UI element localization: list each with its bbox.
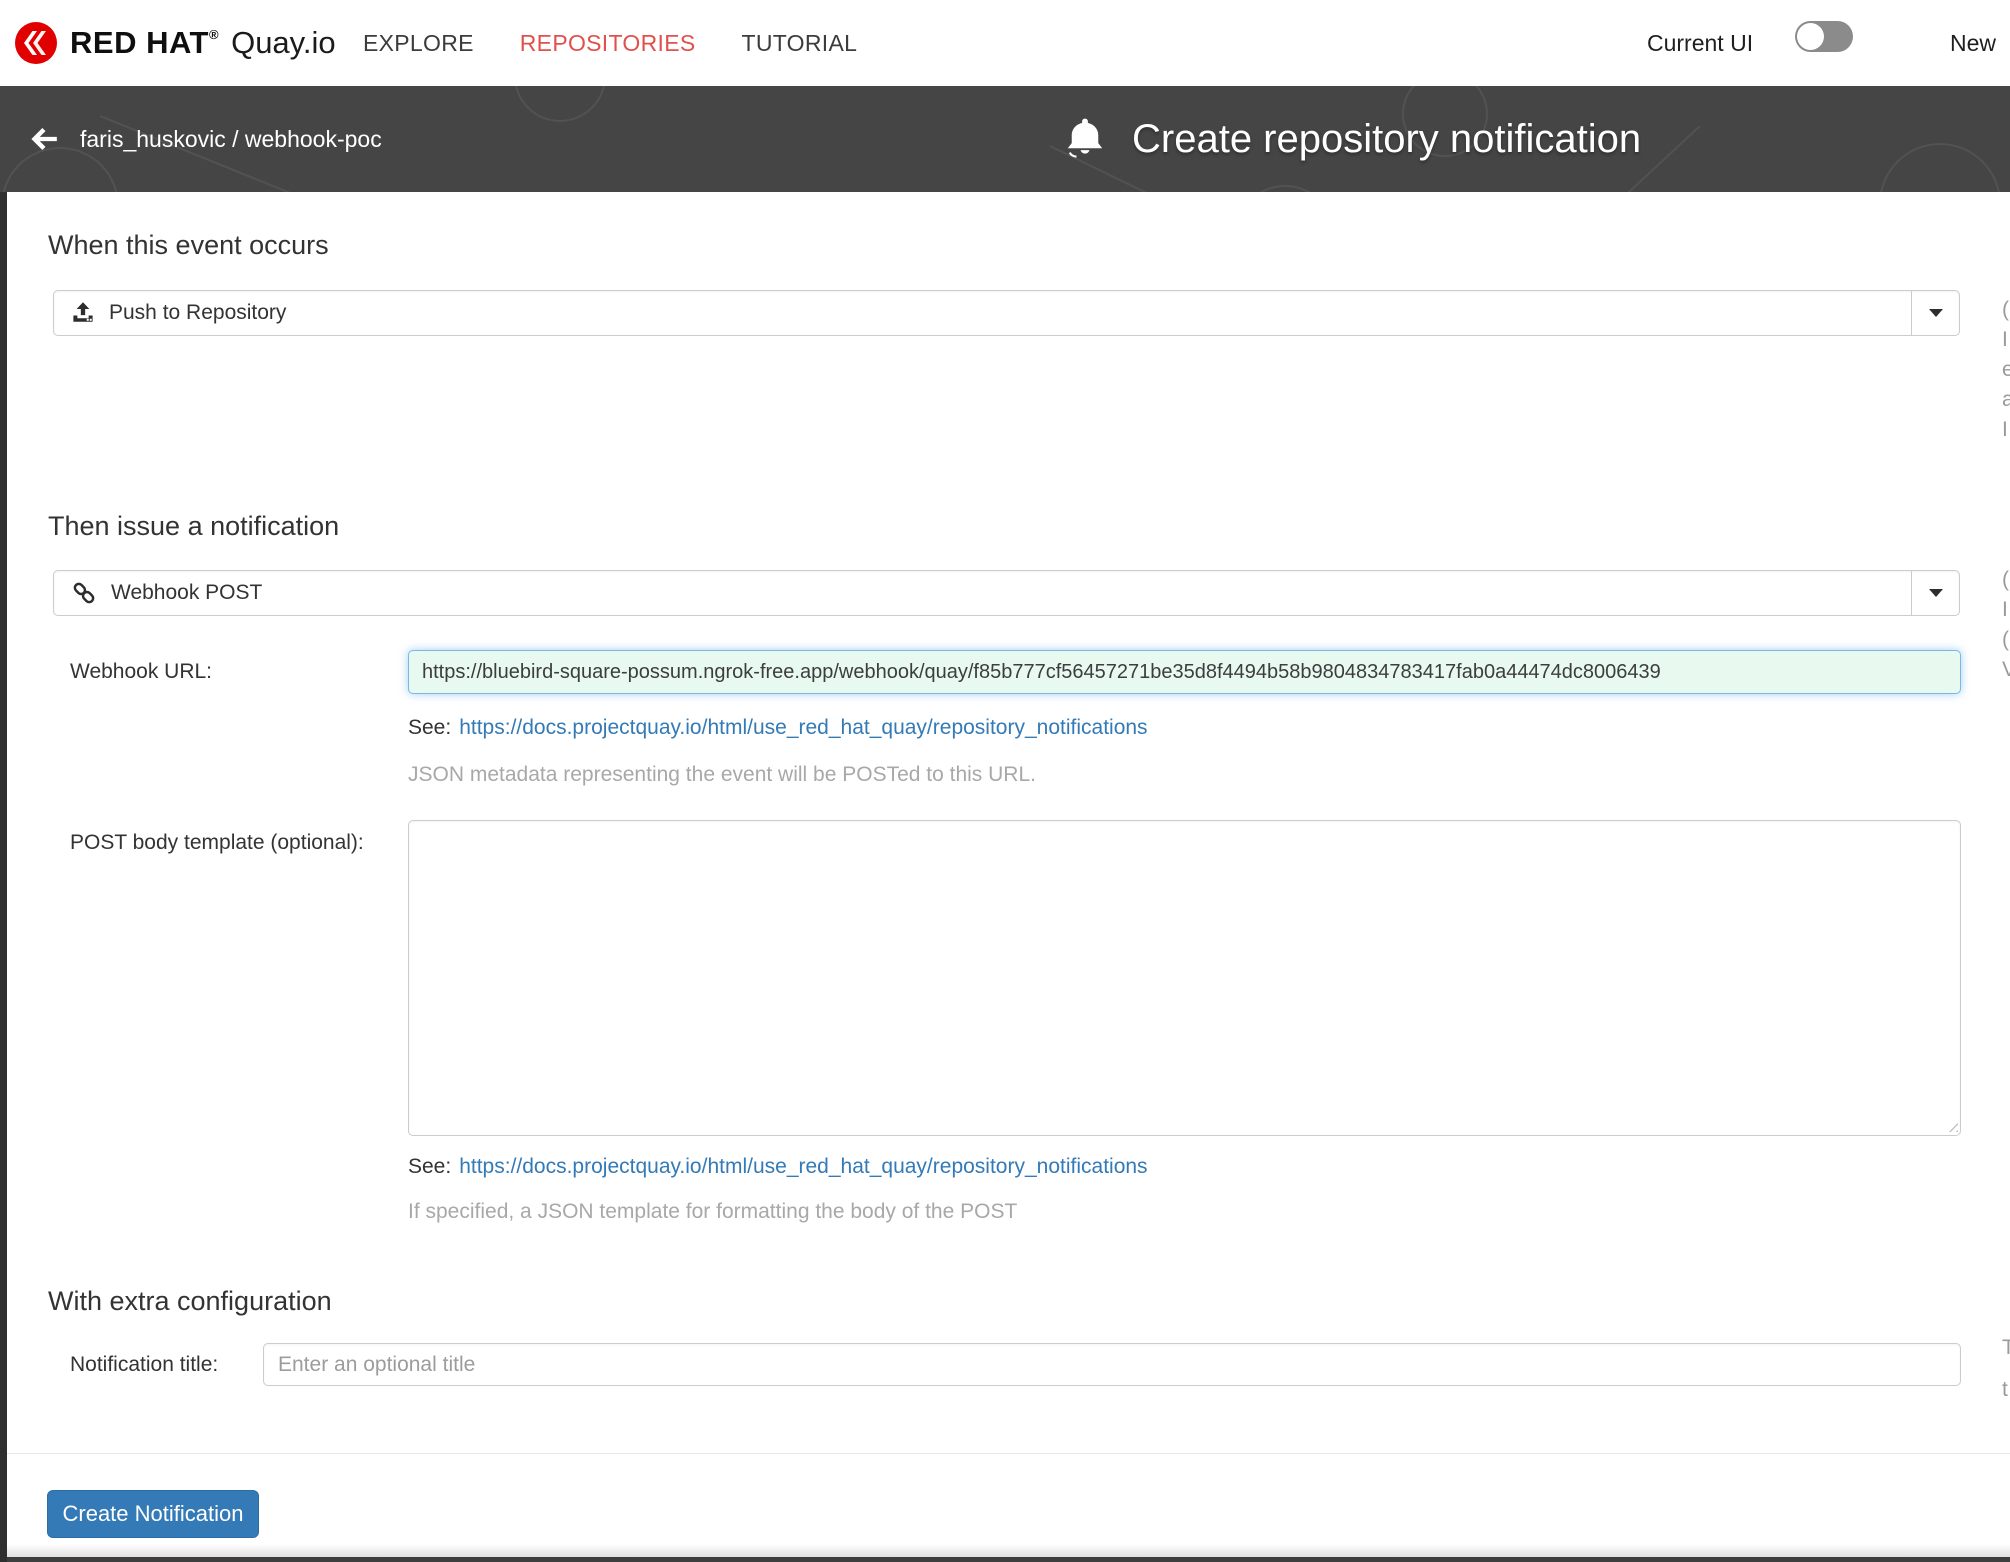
- clipped-text-fragment: a: [2002, 388, 2010, 412]
- bell-icon: [1064, 115, 1106, 163]
- extra-section-heading: With extra configuration: [48, 1286, 332, 1317]
- link-icon: [71, 580, 97, 606]
- webhook-url-label: Webhook URL:: [70, 650, 212, 694]
- footer-divider: [7, 1453, 2010, 1454]
- clipped-text-fragment: I: [2002, 418, 2008, 442]
- breadcrumb[interactable]: faris_huskovic / webhook-poc: [80, 126, 382, 153]
- bottom-bar: [7, 1557, 2010, 1562]
- current-ui-label: Current UI: [1647, 30, 1753, 57]
- clipped-text-fragment: I: [2002, 328, 2008, 352]
- event-section-heading: When this event occurs: [48, 230, 329, 261]
- clipped-text-fragment: (: [2002, 298, 2009, 322]
- event-select[interactable]: Push to Repository: [53, 290, 1960, 336]
- post-body-textarea[interactable]: [408, 820, 1961, 1136]
- nav-links: EXPLORE REPOSITORIES TUTORIAL: [363, 0, 857, 86]
- notification-title-label: Notification title:: [70, 1343, 218, 1386]
- clipped-text-fragment: T: [2002, 1336, 2010, 1360]
- quay-logo-icon: [14, 21, 58, 65]
- ui-version-toggle[interactable]: [1795, 21, 1853, 52]
- brand[interactable]: RED HAT® Quay.io: [14, 0, 336, 86]
- header-breadcrumb-group: faris_huskovic / webhook-poc: [30, 86, 382, 192]
- footer-gradient: [7, 1545, 2010, 1557]
- chevron-down-icon: [1929, 309, 1943, 317]
- clipped-text-fragment: (: [2002, 628, 2009, 652]
- event-select-value: Push to Repository: [109, 301, 286, 325]
- notification-method-value: Webhook POST: [111, 581, 262, 605]
- page-header: faris_huskovic / webhook-poc Create repo…: [0, 86, 2010, 192]
- registered-mark: ®: [209, 27, 219, 42]
- webhook-see-line: See: https://docs.projectquay.io/html/use…: [408, 716, 1148, 740]
- clipped-text-fragment: I: [2002, 598, 2008, 622]
- toggle-knob: [1797, 23, 1824, 50]
- event-select-caret-button[interactable]: [1911, 291, 1959, 335]
- chevron-down-icon: [1929, 589, 1943, 597]
- new-ui-label: New: [1950, 30, 1996, 57]
- clipped-text-fragment: V: [2002, 658, 2010, 682]
- webhook-docs-link[interactable]: https://docs.projectquay.io/html/use_red…: [459, 716, 1147, 739]
- upload-icon: [71, 301, 95, 325]
- webhook-url-input[interactable]: [408, 650, 1961, 694]
- nav-link-tutorial[interactable]: TUTORIAL: [741, 30, 857, 57]
- notification-title-input[interactable]: [263, 1343, 1961, 1386]
- see-prefix: See:: [408, 716, 451, 739]
- create-notification-button[interactable]: Create Notification: [47, 1490, 259, 1538]
- nav-link-repositories[interactable]: REPOSITORIES: [520, 30, 696, 57]
- see-prefix: See:: [408, 1155, 451, 1178]
- clipped-text-fragment: t: [2002, 1378, 2008, 1402]
- brand-redhat-text: RED HAT®: [70, 25, 219, 61]
- page-title: Create repository notification: [1132, 117, 1641, 162]
- top-navbar: RED HAT® Quay.io EXPLORE REPOSITORIES TU…: [0, 0, 2010, 86]
- post-body-label: POST body template (optional):: [70, 831, 364, 855]
- brand-quay-text: Quay.io: [231, 25, 336, 61]
- left-edge-strip: [0, 192, 7, 1562]
- notify-section-heading: Then issue a notification: [48, 511, 339, 542]
- notification-method-select[interactable]: Webhook POST: [53, 570, 1960, 616]
- clipped-text-fragment: e: [2002, 358, 2010, 382]
- post-body-docs-link[interactable]: https://docs.projectquay.io/html/use_red…: [459, 1155, 1147, 1178]
- page: RED HAT® Quay.io EXPLORE REPOSITORIES TU…: [0, 0, 2010, 1562]
- back-arrow-icon[interactable]: [30, 126, 58, 152]
- header-title-group: Create repository notification: [1064, 86, 1641, 192]
- post-body-help-text: If specified, a JSON template for format…: [408, 1200, 1017, 1224]
- post-body-see-line: See: https://docs.projectquay.io/html/use…: [408, 1155, 1148, 1179]
- nav-link-explore[interactable]: EXPLORE: [363, 30, 474, 57]
- clipped-text-fragment: (: [2002, 568, 2009, 592]
- notification-method-caret-button[interactable]: [1911, 571, 1959, 615]
- webhook-help-text: JSON metadata representing the event wil…: [408, 763, 1036, 787]
